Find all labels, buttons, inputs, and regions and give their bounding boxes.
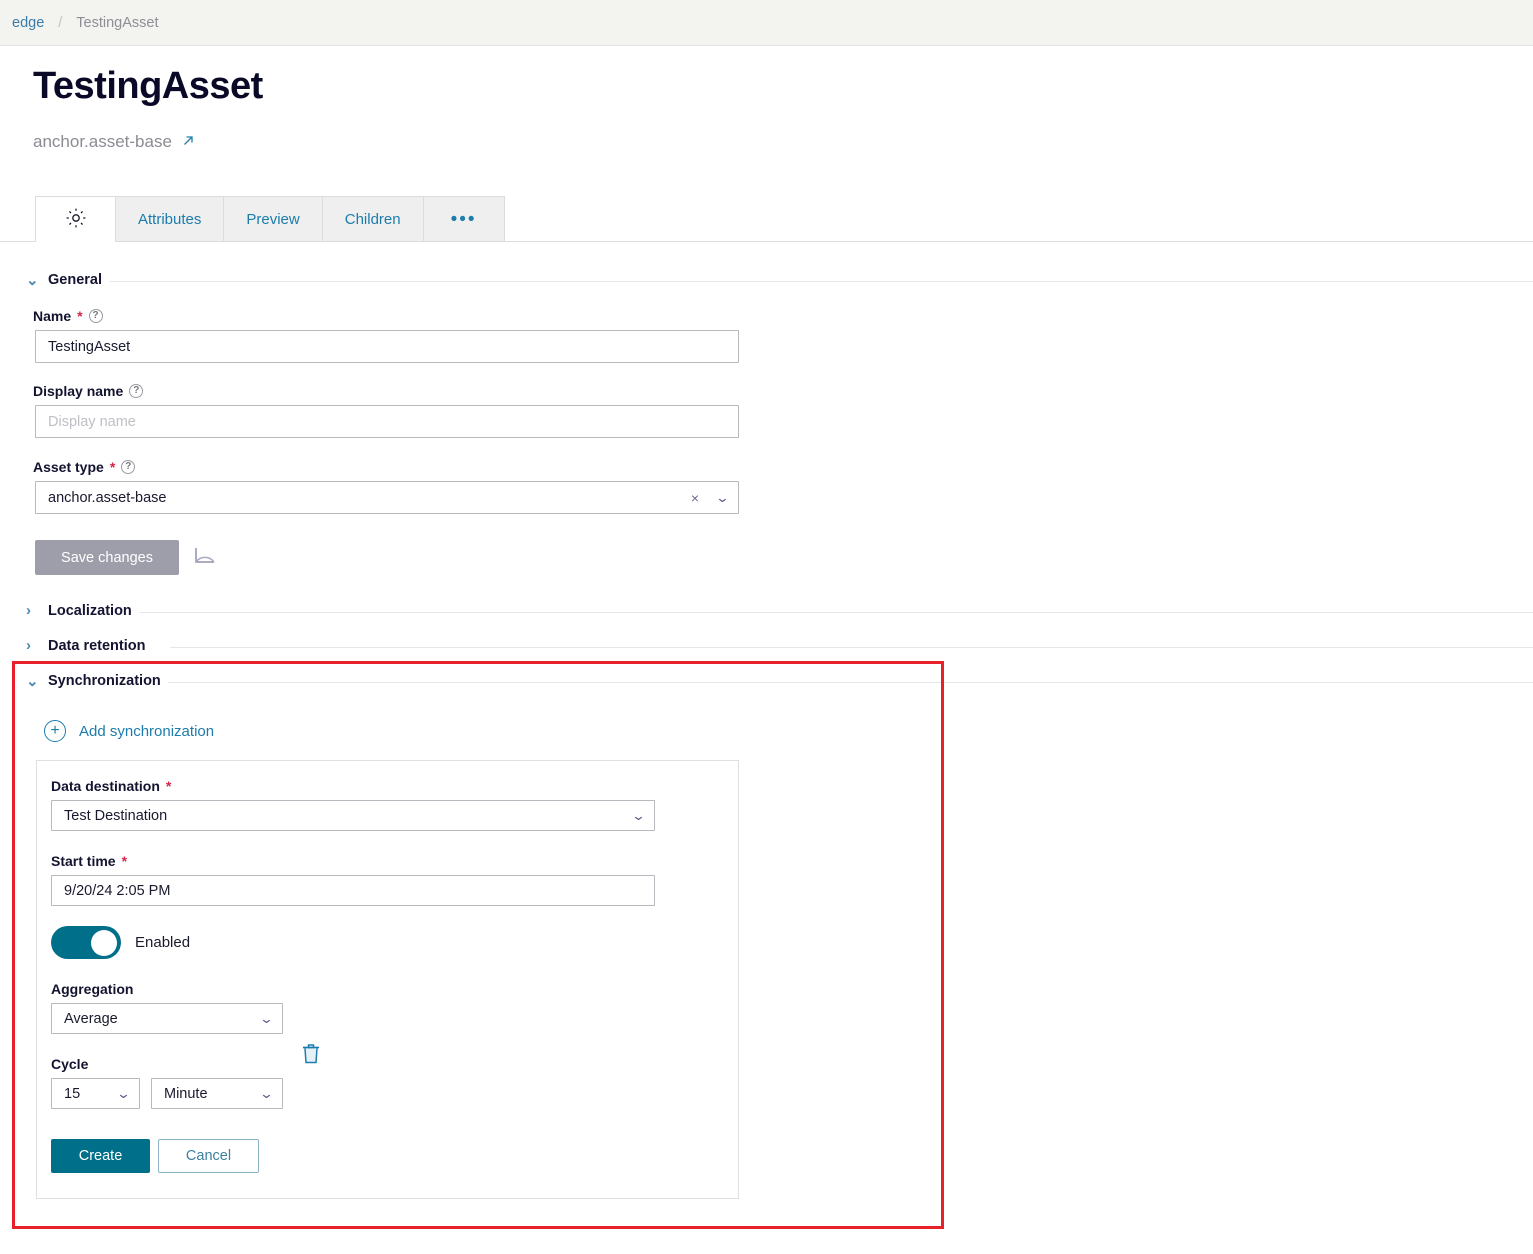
aggregation-value: Average	[64, 1010, 118, 1027]
breadcrumb-item-edge[interactable]: edge	[12, 15, 44, 31]
section-label-general: General	[48, 272, 102, 288]
label-asset-type-required: *	[109, 459, 116, 475]
label-display-name: Display name ?	[33, 383, 144, 399]
toggle-knob	[91, 929, 117, 956]
chevron-down-icon[interactable]: ⌄	[259, 1086, 274, 1102]
chevron-down-icon: ⌄	[26, 272, 39, 289]
help-icon-asset-type[interactable]: ?	[121, 460, 136, 474]
section-rule-data-retention	[170, 647, 1533, 648]
cycle-amount-select-box[interactable]: 15 ⌄	[51, 1078, 140, 1109]
label-data-destination-text: Data destination	[51, 778, 160, 794]
plus-circle-icon: +	[44, 720, 66, 742]
undo-arrow-icon[interactable]	[192, 542, 222, 575]
add-synchronization-link[interactable]: + Add synchronization	[44, 720, 214, 742]
gear-icon	[64, 206, 88, 234]
chevron-down-icon[interactable]: ⌄	[631, 808, 646, 824]
create-button[interactable]: Create	[51, 1139, 150, 1173]
help-icon-name[interactable]: ?	[88, 309, 103, 323]
section-rule-localization	[140, 612, 1533, 613]
tab-bar-underline	[0, 241, 1533, 242]
chevron-down-icon: ⌄	[26, 673, 39, 690]
section-header-general[interactable]: ⌄ General	[26, 271, 102, 289]
data-destination-select[interactable]: Test Destination ⌄	[51, 800, 655, 831]
delete-synchronization-button[interactable]	[298, 1040, 324, 1073]
tab-children[interactable]: Children	[322, 196, 424, 242]
external-link-icon[interactable]	[182, 134, 195, 150]
page-subtitle-text: anchor.asset-base	[33, 132, 172, 151]
chevron-right-icon: ›	[26, 637, 31, 654]
label-data-destination: Data destination *	[51, 778, 171, 794]
aggregation-select-box[interactable]: Average ⌄	[51, 1003, 283, 1034]
chevron-down-icon[interactable]: ⌄	[715, 490, 730, 506]
label-aggregation-text: Aggregation	[51, 981, 134, 997]
cycle-amount-value: 15	[64, 1085, 81, 1102]
chevron-down-icon[interactable]: ⌄	[116, 1086, 131, 1102]
label-asset-type-text: Asset type	[33, 459, 104, 475]
asset-type-select[interactable]: anchor.asset-base × ⌄	[35, 481, 739, 514]
section-label-localization: Localization	[48, 602, 132, 619]
display-name-input[interactable]	[35, 405, 739, 438]
chevron-right-icon: ›	[26, 602, 31, 619]
page-subtitle: anchor.asset-base	[33, 132, 195, 152]
breadcrumb-separator: /	[58, 14, 63, 31]
section-header-data-retention[interactable]: › Data retention	[26, 637, 146, 654]
help-icon-display-name[interactable]: ?	[129, 384, 144, 398]
start-time-input[interactable]	[51, 875, 655, 906]
section-label-synchronization: Synchronization	[48, 673, 161, 689]
breadcrumb: edge / TestingAsset	[0, 0, 1533, 46]
page-title: TestingAsset	[33, 65, 263, 107]
cycle-amount-select[interactable]: 15 ⌄	[51, 1078, 140, 1109]
label-start-time-required: *	[121, 853, 128, 869]
section-label-data-retention: Data retention	[48, 637, 146, 654]
chevron-down-icon[interactable]: ⌄	[259, 1011, 274, 1027]
tab-attributes[interactable]: Attributes	[116, 196, 225, 242]
data-destination-value: Test Destination	[64, 807, 168, 824]
aggregation-select[interactable]: Average ⌄	[51, 1003, 283, 1034]
label-cycle: Cycle	[51, 1056, 88, 1072]
cancel-button[interactable]: Cancel	[158, 1139, 259, 1173]
label-asset-type: Asset type * ?	[33, 459, 136, 475]
label-name-text: Name	[33, 308, 72, 324]
label-name-required: *	[77, 308, 83, 324]
add-synchronization-label: Add synchronization	[79, 722, 215, 740]
label-display-name-text: Display name	[33, 383, 124, 399]
enabled-toggle-label: Enabled	[135, 934, 191, 951]
breadcrumb-item-current: TestingAsset	[76, 14, 159, 31]
section-header-synchronization[interactable]: ⌄ Synchronization	[26, 672, 161, 690]
enabled-toggle[interactable]	[51, 926, 121, 959]
tab-more-options[interactable]: •••	[423, 196, 505, 242]
enabled-toggle-row: Enabled	[51, 926, 190, 959]
label-aggregation: Aggregation	[51, 981, 133, 997]
section-rule-synchronization	[168, 682, 1533, 683]
label-data-destination-required: *	[165, 778, 172, 794]
cycle-unit-select-box[interactable]: Minute ⌄	[151, 1078, 283, 1109]
section-rule-general	[110, 281, 1533, 282]
tab-bar: Attributes Preview Children •••	[35, 196, 505, 242]
save-changes-button[interactable]: Save changes	[35, 540, 179, 575]
cycle-unit-select[interactable]: Minute ⌄	[151, 1078, 283, 1109]
section-header-localization[interactable]: › Localization	[26, 602, 132, 619]
cycle-unit-value: Minute	[164, 1085, 208, 1102]
label-cycle-text: Cycle	[51, 1056, 89, 1072]
asset-type-select-box[interactable]: anchor.asset-base × ⌄	[35, 481, 739, 514]
label-start-time-text: Start time	[51, 853, 116, 869]
data-destination-select-box[interactable]: Test Destination ⌄	[51, 800, 655, 831]
asset-type-value: anchor.asset-base	[48, 489, 167, 506]
tab-settings[interactable]	[35, 196, 116, 242]
tab-preview[interactable]: Preview	[224, 196, 323, 242]
label-start-time: Start time *	[51, 853, 127, 869]
clear-icon[interactable]: ×	[691, 490, 699, 506]
label-name: Name * ?	[33, 308, 103, 324]
name-input[interactable]	[35, 330, 739, 363]
